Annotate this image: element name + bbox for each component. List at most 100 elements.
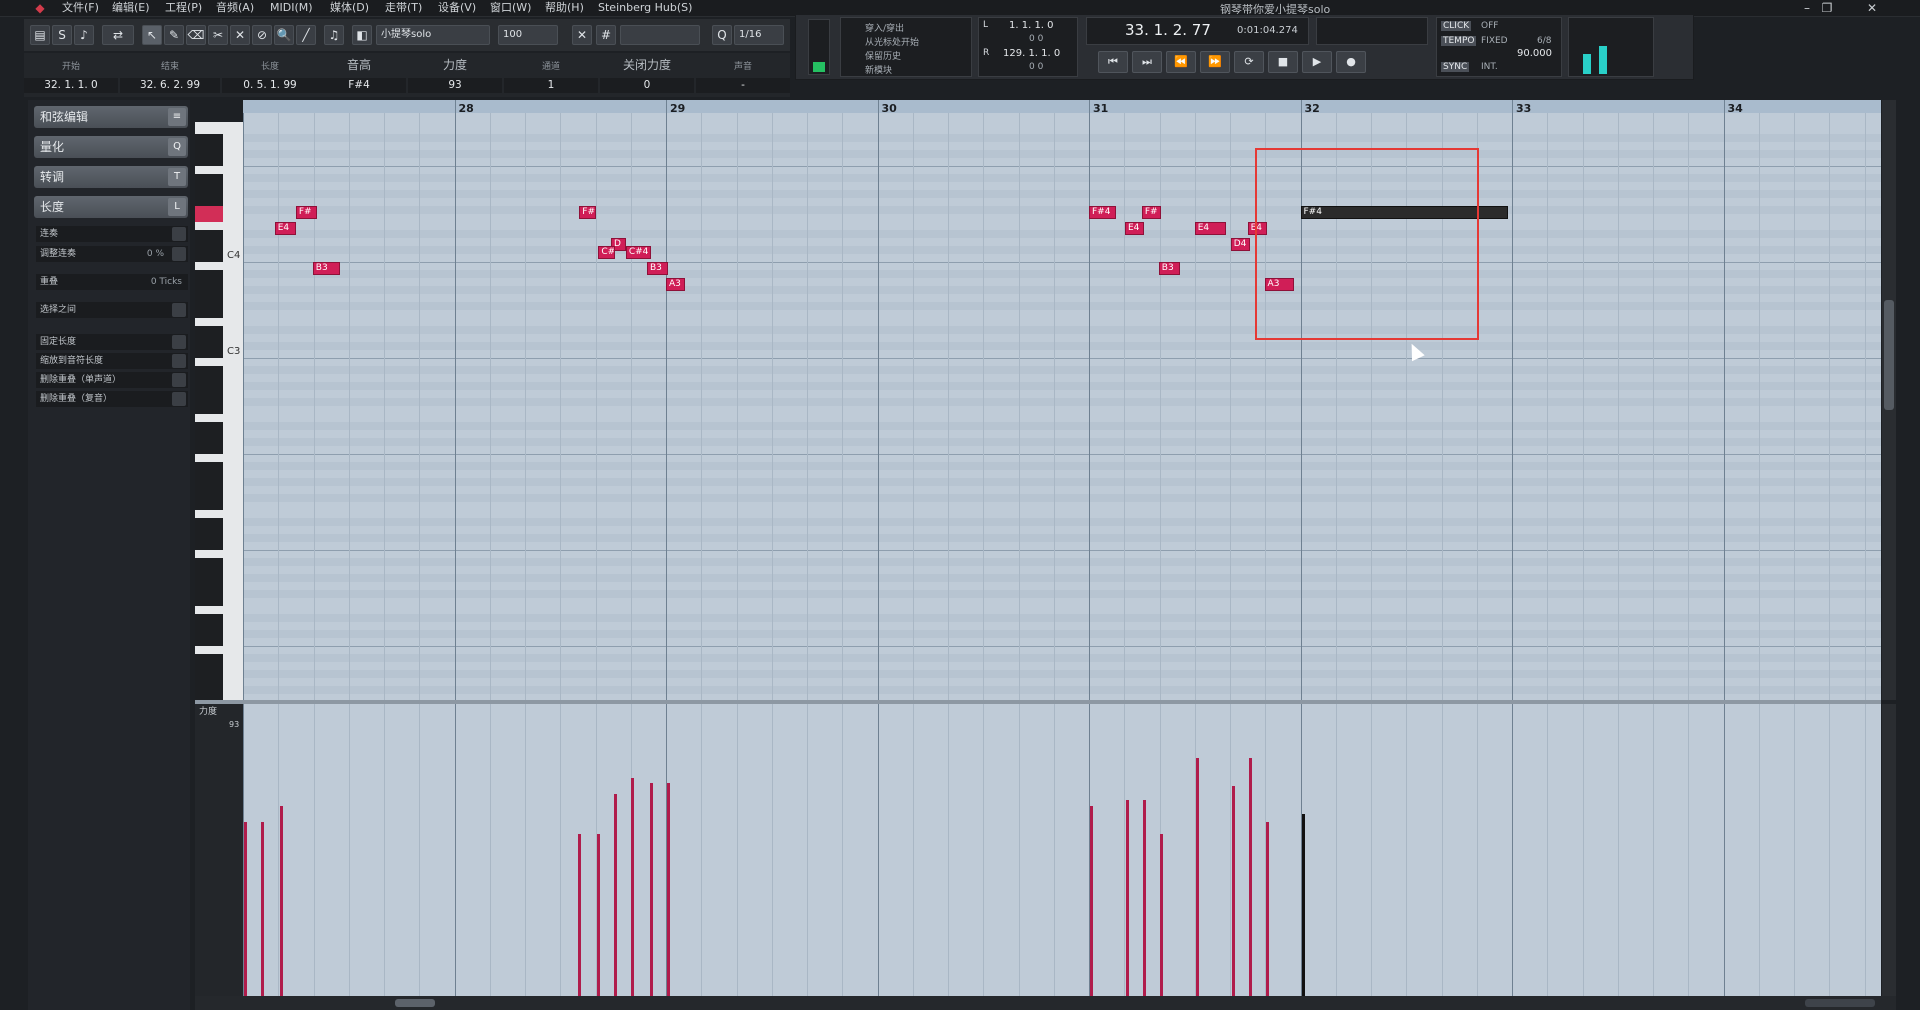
velocity-bar[interactable] [260,822,264,996]
start-from-cursor-label[interactable]: 从光标处开始 [865,35,919,48]
delete-overlap-poly-row[interactable]: 删除重叠（复音） [36,391,188,407]
grid-select[interactable] [620,25,700,45]
menu-media[interactable]: 媒体(D) [330,1,369,15]
piano-black-key[interactable] [195,558,223,574]
menu-midi[interactable]: MIDI(M) [270,1,313,15]
click-label[interactable]: CLICK [1441,21,1472,31]
info-start[interactable]: 开始 32. 1. 1. 0 [24,53,118,97]
info-velocity[interactable]: 力度 93 [408,53,502,97]
scale-to-length-row[interactable]: 缩放到音符长度 [36,353,188,369]
mute-tool-icon[interactable]: ⊘ [252,25,272,45]
between-selected-row[interactable]: 选择之间 [36,302,188,318]
vertical-scrollbar[interactable] [1882,100,1896,700]
velocity-bar[interactable] [1195,758,1199,996]
info-off-velocity-value[interactable]: 0 [600,78,694,93]
velocity-bar[interactable] [597,834,601,996]
overlap-value[interactable]: 0 Ticks [151,274,182,290]
trim-tool-icon[interactable]: ✂ [208,25,228,45]
menu-project[interactable]: 工程(P) [165,1,202,15]
midi-note[interactable]: E4 [1124,222,1144,235]
position-bars-beats[interactable]: 33. 1. 2. 77 [1125,21,1211,39]
tempo-mode[interactable]: FIXED [1481,36,1508,46]
velocity-lane[interactable] [243,704,1881,996]
info-channel[interactable]: 通道 1 [504,53,598,97]
info-velocity-value[interactable]: 93 [408,78,502,93]
menu-steinberg-hub[interactable]: Steinberg Hub(S) [598,1,692,15]
legato-button[interactable] [172,227,186,241]
cycle-icon[interactable]: ⟳ [1234,51,1264,73]
split-tool-icon[interactable]: ✕ [230,25,250,45]
piano-black-key[interactable] [195,302,223,318]
record-icon[interactable]: ● [1336,51,1366,73]
auto-scroll-icon[interactable]: ⇄ [102,25,134,45]
midi-note[interactable]: C# [598,246,616,259]
piano-black-key[interactable] [195,630,223,646]
delete-overlap-mono-button[interactable] [172,373,186,387]
right-locator-icon[interactable]: R [983,48,989,58]
right-locator-value[interactable]: 129. 1. 1. 0 [1003,48,1060,59]
midi-note[interactable]: F# [579,206,597,219]
velocity-bar[interactable] [1231,786,1235,996]
velocity-bar[interactable] [244,822,247,996]
piano-black-key[interactable] [195,150,223,166]
quantize-select[interactable]: 1/16 [734,25,784,45]
midi-note[interactable]: B3 [1158,262,1180,275]
piano-black-key[interactable] [195,190,223,206]
piano-black-key[interactable] [195,478,223,494]
tempo-label[interactable]: TEMPO [1441,36,1477,46]
close-icon[interactable]: ✕ [1852,0,1892,16]
left-locator-value[interactable]: 1. 1. 1. 0 [1009,20,1054,31]
horizontal-scroll-thumb[interactable] [395,999,435,1007]
piano-black-key[interactable] [195,246,223,262]
legato-row[interactable]: 连奏 [36,226,188,242]
piano-black-key[interactable] [195,382,223,398]
zoom-tool-icon[interactable]: 🔍 [274,25,294,45]
time-signature[interactable]: 6/8 [1537,36,1551,46]
piano-black-key[interactable] [195,398,223,414]
info-voice-value[interactable]: - [696,78,790,93]
grid-type-icon[interactable]: # [596,25,616,45]
horizontal-scrollbar[interactable] [195,996,1896,1010]
midi-note[interactable]: F#4 [1089,206,1117,219]
position-time[interactable]: 0:01:04.274 [1237,25,1298,36]
menu-edit[interactable]: 编辑(E) [112,1,150,15]
midi-note[interactable]: E4 [1194,222,1227,235]
fast-forward-icon[interactable]: ⏩ [1200,51,1230,73]
piano-black-key[interactable] [195,494,223,510]
velocity-bar[interactable] [1265,822,1269,996]
track-select[interactable]: 小提琴solo [376,25,490,45]
fixed-length-button[interactable] [172,335,186,349]
length-section[interactable]: 长度 L [34,196,188,218]
velocity-bar[interactable] [1142,800,1146,996]
velocity-bar[interactable] [650,783,654,996]
restore-icon[interactable]: ❐ [1807,0,1847,16]
piano-black-key[interactable] [195,614,223,630]
piano-black-key[interactable] [195,366,223,382]
play-icon[interactable]: ▶ [1302,51,1332,73]
piano-black-key[interactable] [195,534,223,550]
midi-note[interactable]: F# [295,206,318,219]
piano-black-key[interactable] [195,270,223,286]
left-locator-icon[interactable]: L [983,20,988,30]
select-tool-icon[interactable]: ↖ [142,25,162,45]
go-to-end-icon[interactable]: ⏭ [1132,51,1162,73]
velocity-bar[interactable] [631,778,635,996]
piano-black-key[interactable] [195,134,223,150]
info-end[interactable]: 结束 32. 6. 2. 99 [120,53,220,97]
piano-keyboard[interactable]: C4 C3 [195,122,243,702]
active-piano-key[interactable] [195,206,223,222]
menu-help[interactable]: 帮助(H) [545,1,584,15]
insert-velocity-field[interactable]: 100 [498,25,558,45]
overlap-row[interactable]: 重叠 0 Ticks [36,274,188,290]
piano-black-key[interactable] [195,574,223,590]
info-channel-value[interactable]: 1 [504,78,598,93]
info-start-value[interactable]: 32. 1. 1. 0 [24,78,118,93]
piano-black-key[interactable] [195,174,223,190]
velocity-bar[interactable] [614,794,618,996]
color-icon[interactable]: ◧ [352,25,372,45]
draw-tool-icon[interactable]: ✎ [164,25,184,45]
velocity-bar[interactable] [1159,834,1163,996]
menu-transport[interactable]: 走带(T) [385,1,422,15]
piano-black-key[interactable] [195,342,223,358]
snap-icon[interactable]: ✕ [572,25,592,45]
